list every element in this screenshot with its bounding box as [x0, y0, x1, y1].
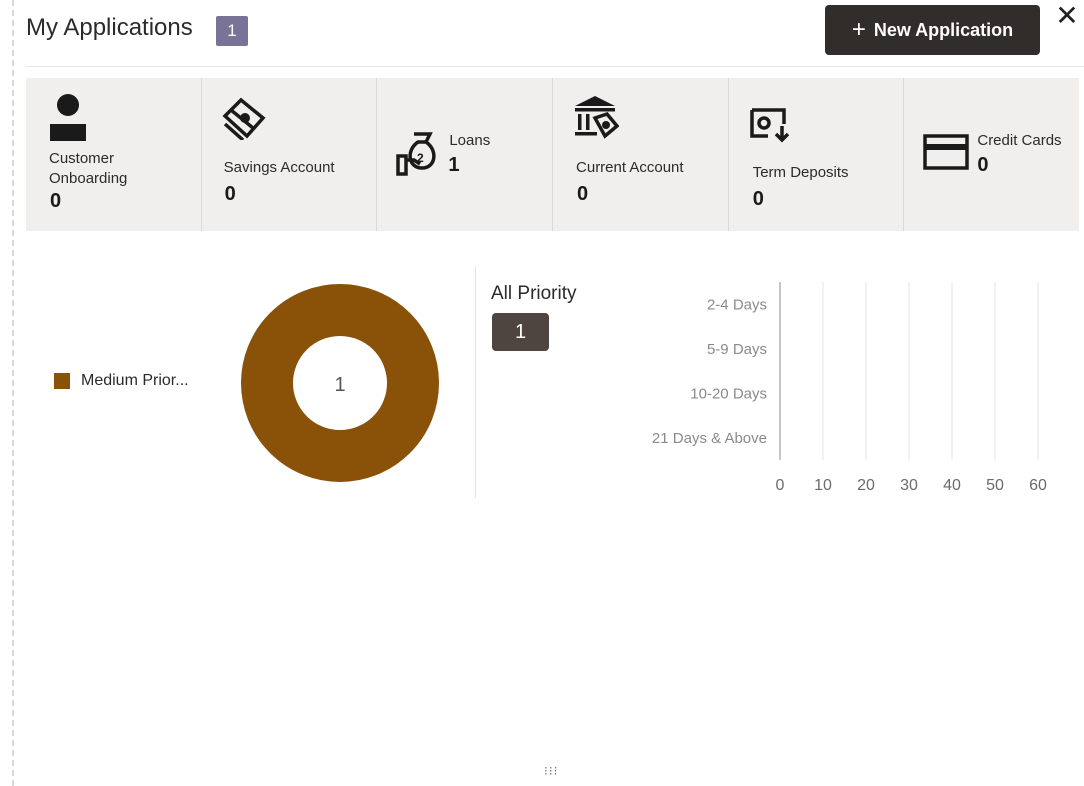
person-icon	[50, 94, 86, 141]
tile-savings-account[interactable]: Savings Account 0	[200, 78, 377, 231]
new-application-button[interactable]: + New Application	[825, 5, 1040, 55]
deposit-clock-icon	[749, 108, 789, 143]
legend-swatch	[54, 373, 70, 389]
x-tick-label: 40	[943, 477, 961, 494]
tile-label: Term Deposits	[752, 164, 849, 181]
tile-term-deposits[interactable]: Term Deposits 0	[727, 78, 904, 231]
tile-customer-onboarding[interactable]: Customer Onboarding 0	[26, 78, 201, 231]
summary-tiles: Customer Onboarding 0 Savings Account 0 …	[26, 78, 1079, 231]
tile-value: 0	[752, 188, 764, 210]
tile-label: Credit Cards	[977, 132, 1062, 149]
legend-label: Medium Prior...	[81, 372, 189, 389]
y-category-label: 10-20 Days	[690, 385, 767, 402]
credit-card-icon	[923, 134, 970, 170]
money-bag-hand-icon: 2	[396, 132, 436, 176]
tile-value: 0	[977, 154, 989, 176]
new-application-label: New Application	[873, 20, 1014, 40]
y-category-label: 2-4 Days	[707, 296, 767, 313]
bank-money-icon	[575, 96, 620, 139]
donut-legend-item[interactable]: Medium Prior...	[54, 372, 189, 390]
priority-title: All Priority	[491, 283, 577, 304]
resize-grip-icon[interactable]: ⁝⁝⁝	[544, 764, 558, 778]
y-category-label: 21 Days & Above	[652, 430, 767, 447]
tile-loans[interactable]: 2 Loans 1	[376, 78, 552, 231]
left-border	[12, 0, 14, 786]
section-divider	[475, 266, 476, 498]
tile-label: Customer Onboarding	[49, 150, 128, 187]
applications-count-badge: 1	[216, 16, 248, 46]
tile-current-account[interactable]: Current Account 0	[552, 78, 728, 231]
x-tick-label: 50	[986, 477, 1004, 494]
tile-label: Savings Account	[223, 159, 335, 176]
tile-value: 0	[224, 183, 236, 205]
aging-bar-chart: 0 10 20 30 40 50 60 2-4 Days 5-9 Days 10-20 Days 2…	[652, 282, 1047, 494]
svg-text:2: 2	[417, 151, 424, 165]
close-icon[interactable]: ✕	[1054, 2, 1080, 30]
tile-value: 0	[50, 190, 62, 212]
plus-icon: +	[851, 16, 866, 43]
x-tick-label: 60	[1029, 477, 1047, 494]
page-title: My Applications	[26, 14, 193, 41]
tile-label: Loans	[449, 132, 491, 149]
x-tick-label: 10	[814, 477, 832, 494]
donut-chart: 1	[241, 284, 439, 482]
x-tick-label: 30	[900, 477, 918, 494]
y-category-label: 5-9 Days	[707, 341, 767, 358]
tile-label: Current Account	[576, 159, 684, 176]
donut-center-label: 1	[334, 374, 345, 396]
tile-value: 0	[577, 183, 589, 205]
x-tick-label: 20	[857, 477, 875, 494]
x-tick-label: 0	[776, 477, 785, 494]
money-stack-icon	[222, 97, 266, 140]
priority-count-badge[interactable]: 1	[492, 313, 549, 351]
tile-credit-cards[interactable]: Credit Cards 0	[903, 78, 1079, 231]
tile-value: 1	[448, 154, 460, 176]
header: My Applications 1 + New Application ✕	[26, 0, 1084, 67]
